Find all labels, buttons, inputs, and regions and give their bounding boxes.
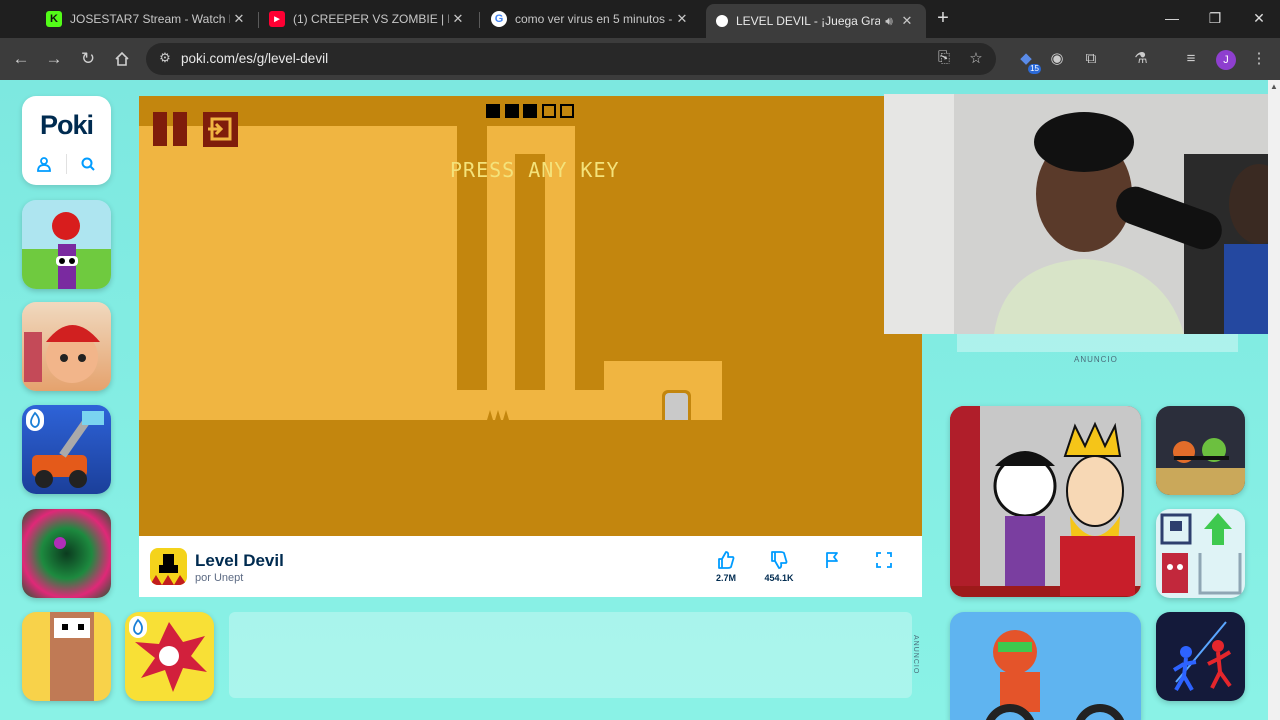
poki-logo-card[interactable]: Poki	[22, 96, 111, 185]
flag-icon	[826, 552, 838, 568]
ad-banner-bottom[interactable]	[229, 612, 912, 698]
game-thumb-king-thief[interactable]	[950, 406, 1141, 597]
hot-game-badge	[129, 616, 147, 638]
close-tab-icon[interactable]: ✕	[898, 13, 916, 29]
pause-button[interactable]	[153, 112, 189, 146]
close-window-icon[interactable]: ✕	[1244, 6, 1274, 30]
game-thumb-monster-mouth[interactable]	[125, 612, 214, 701]
poki-icon	[716, 15, 728, 27]
tab-google-search[interactable]: G como ver virus en 5 minutos - B ✕	[481, 4, 701, 34]
close-tab-icon[interactable]: ✕	[673, 11, 691, 27]
dislike-button[interactable]: 454.1K	[759, 550, 799, 583]
game-author[interactable]: por Unept	[195, 572, 243, 584]
site-settings-icon[interactable]: ⚙	[156, 50, 174, 68]
fullscreen-icon	[876, 552, 892, 568]
game-thumb-apple-worm[interactable]	[22, 200, 111, 289]
bookmark-star-icon[interactable]: ☆	[966, 49, 986, 69]
ad-label-vertical: ANUNCIO	[912, 635, 919, 675]
tab-title: (1) CREEPER VS ZOMBIE | ESPEC	[293, 12, 449, 26]
close-tab-icon[interactable]: ✕	[449, 11, 467, 27]
poki-logo[interactable]: Poki	[22, 110, 111, 141]
speaker-icon[interactable]: 🔊︎	[880, 14, 898, 29]
tab-josestar7[interactable]: K JOSESTAR7 Stream - Watch Live ✕	[36, 4, 258, 34]
like-button[interactable]: 2.7M	[706, 550, 746, 583]
fullscreen-button[interactable]	[864, 550, 904, 570]
maximize-icon[interactable]: ❐	[1200, 6, 1230, 30]
address-bar[interactable]: ⚙ poki.com/es/g/level-devil ⎘ ☆	[146, 43, 996, 75]
tab-creeper-vs-zombie[interactable]: ▶ (1) CREEPER VS ZOMBIE | ESPEC ✕	[259, 4, 477, 34]
browser-toolbar: ← → ↻ ⚙ poki.com/es/g/level-devil ⎘ ☆ ◆ …	[0, 38, 1280, 80]
tab-level-devil[interactable]: LEVEL DEVIL - ¡Juega Gratis 🔊︎ ✕	[706, 4, 926, 38]
reload-icon[interactable]: ↻	[76, 47, 100, 71]
game-thumb-slope-tunnel[interactable]	[22, 509, 111, 598]
install-app-icon[interactable]: ⎘	[934, 49, 954, 69]
home-icon[interactable]	[110, 47, 134, 71]
youtube-icon: ▶	[269, 11, 285, 27]
ad-label: ANUNCIO	[1074, 355, 1118, 364]
game-thumb-block-boxes[interactable]	[1156, 509, 1245, 598]
game-title: Level Devil	[195, 551, 284, 570]
thumbs-up-icon	[718, 551, 735, 569]
search-icon[interactable]	[80, 156, 96, 172]
puzzle-extensions-icon[interactable]: ⧉	[1080, 48, 1102, 70]
page-content: Poki PRESS ANY KEY Level Devil por Unept…	[0, 80, 1280, 720]
dislike-count: 454.1K	[764, 573, 794, 583]
game-thumb-hammer-car[interactable]	[22, 405, 111, 494]
game-info-bar: Level Devil por Unept 2.7M 454.1K	[139, 536, 922, 597]
game-thumb-frog-shooter[interactable]	[1156, 406, 1245, 495]
flask-icon[interactable]: ⚗	[1130, 48, 1152, 70]
tab-title: LEVEL DEVIL - ¡Juega Gratis	[736, 14, 880, 28]
minimize-icon[interactable]: —	[1157, 6, 1187, 30]
exit-door	[662, 390, 691, 420]
google-icon: G	[491, 11, 507, 27]
tab-strip: K JOSESTAR7 Stream - Watch Live ✕ ▶ (1) …	[0, 0, 1280, 38]
menu-icon[interactable]: ⋮	[1248, 48, 1270, 70]
level-pending-square	[541, 104, 556, 118]
game-thumb-subway-surfers[interactable]	[22, 302, 111, 391]
back-icon[interactable]: ←	[9, 47, 33, 71]
thumbs-down-icon	[771, 551, 788, 569]
webcam-overlay	[884, 94, 1280, 334]
profile-avatar[interactable]: J	[1216, 50, 1236, 70]
tab-title: como ver virus en 5 minutos - B	[515, 12, 673, 26]
extension-badge: 15	[1028, 64, 1041, 74]
game-thumb-moto-x3m[interactable]	[950, 612, 1141, 720]
level-progress	[486, 104, 576, 120]
like-count: 2.7M	[715, 573, 736, 583]
press-any-key-prompt: PRESS ANY KEY	[450, 158, 620, 182]
level-complete-square	[486, 104, 500, 118]
level-complete-square	[504, 104, 519, 118]
game-icon	[150, 548, 187, 585]
forward-icon[interactable]: →	[42, 47, 66, 71]
report-button[interactable]	[812, 550, 852, 570]
ad-banner-side[interactable]	[957, 334, 1238, 352]
game-thumb-snake-block[interactable]	[22, 612, 111, 701]
game-thumb-stickman-fight[interactable]	[1156, 612, 1245, 701]
circle-extension-icon[interactable]: ◉	[1046, 48, 1068, 70]
user-icon[interactable]	[36, 156, 52, 172]
hot-game-badge	[26, 409, 44, 431]
extension-shield-icon[interactable]: ◆ 15	[1015, 48, 1041, 74]
close-tab-icon[interactable]: ✕	[230, 11, 248, 27]
spike-trap	[487, 410, 509, 420]
game-canvas[interactable]: PRESS ANY KEY	[139, 96, 922, 536]
new-tab-button[interactable]: +	[932, 7, 954, 29]
level-pending-square	[560, 104, 574, 118]
media-control-icon[interactable]: ≡	[1180, 48, 1202, 70]
page-scrollbar[interactable]: ▲	[1268, 80, 1280, 720]
level-complete-square	[523, 104, 537, 118]
kick-icon: K	[46, 11, 62, 27]
tab-title: JOSESTAR7 Stream - Watch Live	[70, 12, 230, 26]
exit-level-button[interactable]	[203, 112, 238, 147]
url-text[interactable]: poki.com/es/g/level-devil	[181, 51, 328, 66]
